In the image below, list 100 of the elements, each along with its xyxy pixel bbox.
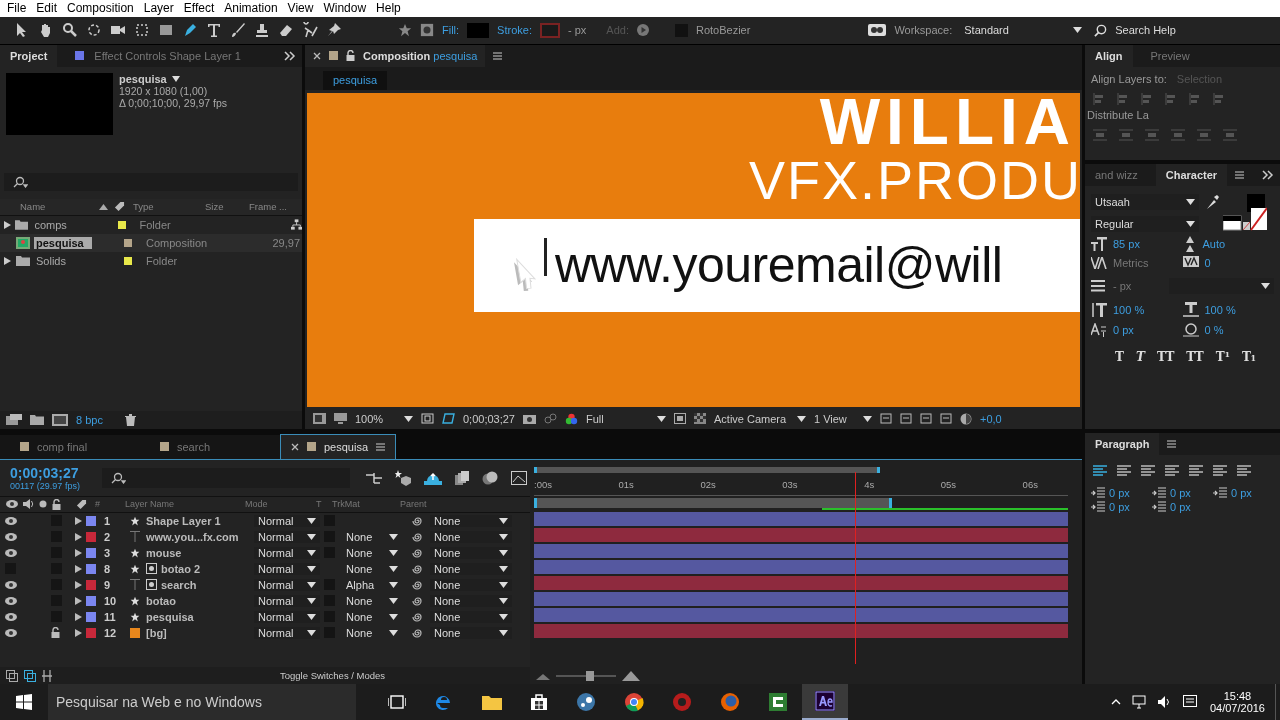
stroke-width-value[interactable]: - px <box>1113 279 1132 292</box>
panel-tab[interactable]: Paragraph <box>1085 432 1160 455</box>
tsume-value[interactable]: 0 % <box>1204 323 1224 336</box>
panel-tab[interactable]: Character <box>1155 163 1228 186</box>
notification-icon[interactable] <box>1182 695 1197 709</box>
view-option-icon[interactable] <box>900 413 912 425</box>
layer-name[interactable]: search <box>161 578 254 591</box>
text-style-button[interactable]: TT <box>1156 349 1175 364</box>
menu-item[interactable]: Layer <box>139 1 180 16</box>
paragraph-align-icon[interactable] <box>1213 464 1227 477</box>
flowchart-icon[interactable] <box>366 471 382 484</box>
stroke-swatch[interactable] <box>539 22 560 38</box>
zoom-out-icon[interactable] <box>536 672 550 680</box>
windows-start-icon[interactable] <box>16 694 32 710</box>
label-swatch[interactable] <box>86 515 96 526</box>
network-icon[interactable] <box>1130 695 1147 709</box>
close-icon[interactable] <box>291 442 299 451</box>
search-field[interactable] <box>4 172 298 191</box>
parent-dropdown[interactable]: None <box>430 594 512 607</box>
track-matte-dropdown[interactable]: None <box>342 562 402 575</box>
close-icon[interactable] <box>313 51 321 60</box>
track-matte-dropdown[interactable]: None <box>342 610 402 623</box>
blend-mode-dropdown[interactable]: Normal <box>254 530 320 543</box>
rotate-tool-icon[interactable] <box>86 22 102 39</box>
shy-layers-icon[interactable] <box>424 470 442 485</box>
vertical-scale-value[interactable]: 100 % <box>1113 303 1145 316</box>
label-swatch[interactable] <box>86 531 96 542</box>
pick-whip-icon[interactable] <box>412 531 422 542</box>
parent-dropdown[interactable]: None <box>430 626 512 639</box>
new-composition-icon[interactable] <box>52 413 68 426</box>
search-icon[interactable] <box>1094 23 1108 37</box>
app-icon[interactable] <box>768 692 788 712</box>
blend-mode-dropdown[interactable]: Normal <box>254 514 320 527</box>
panel-tab[interactable]: Project <box>0 44 58 67</box>
clock-time[interactable]: 15:48 <box>1223 690 1252 702</box>
current-time[interactable]: 0;00;03;27 <box>463 412 515 425</box>
paragraph-align-icon[interactable] <box>1093 464 1107 477</box>
layer-duration-bar[interactable] <box>534 511 1068 526</box>
menu-icon[interactable] <box>1235 170 1245 179</box>
panel-tab[interactable]: Align <box>1085 44 1133 67</box>
column-header[interactable]: Type <box>125 201 185 213</box>
interpret-footage-icon[interactable] <box>6 413 22 426</box>
track-matte-dropdown[interactable]: Alpha <box>342 578 402 591</box>
menu-icon[interactable] <box>493 51 503 60</box>
workspace-dropdown[interactable]: Standard <box>960 22 1087 39</box>
fill-swatch[interactable] <box>467 22 490 38</box>
link-icon[interactable] <box>544 413 557 425</box>
view-layout-dropdown[interactable]: 1 View <box>814 412 872 425</box>
layer-name[interactable]: botao <box>146 594 254 607</box>
taskbar-button[interactable] <box>802 684 848 720</box>
font-style-dropdown[interactable]: Regular <box>1091 215 1199 232</box>
channels-icon[interactable] <box>565 412 578 425</box>
pen-tool-icon[interactable] <box>182 22 198 39</box>
layer-duration-bar[interactable] <box>534 607 1068 622</box>
search-help-field[interactable]: Search Help <box>1115 24 1176 37</box>
view-option-icon[interactable] <box>920 413 932 425</box>
baseline-shift-value[interactable]: 0 px <box>1113 323 1134 336</box>
text-style-button[interactable]: T <box>1135 349 1145 364</box>
menu-item[interactable]: View <box>283 1 320 16</box>
layer-duration-bar[interactable] <box>534 559 1068 574</box>
target-icon[interactable] <box>420 23 434 38</box>
eye-icon[interactable] <box>5 516 17 525</box>
paragraph-align-icon[interactable] <box>1189 464 1203 477</box>
blend-mode-dropdown[interactable]: Normal <box>254 594 320 607</box>
menu-item[interactable]: Help <box>372 1 407 16</box>
firefox-icon[interactable] <box>720 692 740 712</box>
composition-tab[interactable]: Composition pesquisa <box>305 44 486 67</box>
horizontal-scale-value[interactable]: 100 % <box>1204 303 1236 316</box>
pick-whip-icon[interactable] <box>412 563 422 574</box>
text-tool-icon[interactable] <box>206 22 222 39</box>
pick-whip-icon[interactable] <box>412 579 422 590</box>
safe-margins-icon[interactable] <box>421 413 434 425</box>
pick-whip-icon[interactable] <box>412 515 422 526</box>
camera-dropdown[interactable]: Active Camera <box>714 412 806 425</box>
menu-icon[interactable] <box>376 442 386 451</box>
toggle-switches-modes-button[interactable]: Toggle Switches / Modes <box>280 670 386 681</box>
parent-dropdown[interactable]: None <box>430 562 512 575</box>
layer-name[interactable]: www.you...fx.com <box>146 530 254 543</box>
chevron-icon[interactable] <box>1262 169 1274 180</box>
indent-value[interactable]: 0 px <box>1170 486 1191 499</box>
expand-icon[interactable] <box>4 220 11 229</box>
label-swatch[interactable] <box>86 627 96 638</box>
lock-icon[interactable] <box>51 627 60 639</box>
kerning-value[interactable]: Metrics <box>1113 256 1149 269</box>
menu-item[interactable]: Composition <box>63 1 140 16</box>
graph-editor-icon[interactable] <box>511 470 527 485</box>
layer-name[interactable]: botao 2 <box>161 562 254 575</box>
column-header[interactable]: Frame ... <box>233 201 287 213</box>
lock-icon[interactable] <box>346 50 355 62</box>
bit-depth-button[interactable]: 8 bpc <box>76 413 103 426</box>
track-matte-dropdown[interactable]: None <box>342 594 402 607</box>
chrome-icon[interactable] <box>624 692 644 712</box>
draft-3d-icon[interactable] <box>395 469 411 486</box>
label-swatch[interactable] <box>86 595 96 606</box>
blend-mode-dropdown[interactable]: Normal <box>254 546 320 559</box>
folder-icon[interactable] <box>482 694 502 710</box>
timeline-tab[interactable]: pesquisa <box>280 433 397 459</box>
project-item[interactable]: Solids Folder <box>0 251 302 270</box>
menu-icon[interactable] <box>1167 439 1177 448</box>
taskbar-search-field[interactable]: Pesquisar na Web e no Windows <box>48 684 356 720</box>
